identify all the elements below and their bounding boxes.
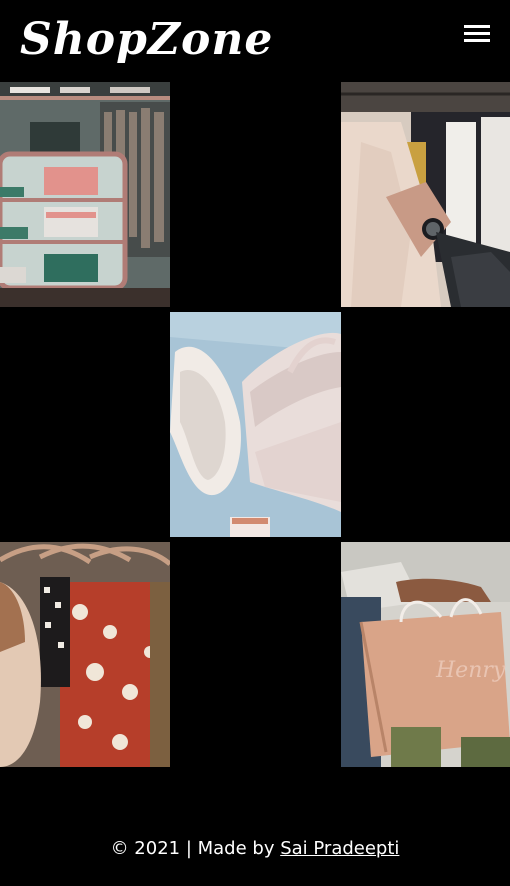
copyright-text: © 2021 | Made by [110, 838, 281, 859]
shoes-and-handbag-image[interactable] [170, 312, 341, 537]
site-footer: © 2021 | Made by Sai Pradeepti [0, 836, 510, 866]
hand-browsing-rack-image[interactable] [341, 82, 510, 307]
brand-logo[interactable]: ShopZone [20, 8, 273, 72]
shopping-bags-image[interactable]: Henry [341, 542, 510, 767]
menu-bar [464, 39, 490, 42]
site-header: ShopZone [0, 0, 510, 82]
menu-bar [464, 32, 490, 35]
floral-clothes-rack-image[interactable] [0, 542, 170, 767]
hamburger-menu-icon[interactable] [462, 22, 492, 46]
menu-bar [464, 25, 490, 28]
store-shelves-image[interactable] [0, 82, 170, 307]
author-link[interactable]: Sai Pradeepti [280, 838, 399, 859]
svg-text:Henry: Henry [435, 658, 506, 683]
